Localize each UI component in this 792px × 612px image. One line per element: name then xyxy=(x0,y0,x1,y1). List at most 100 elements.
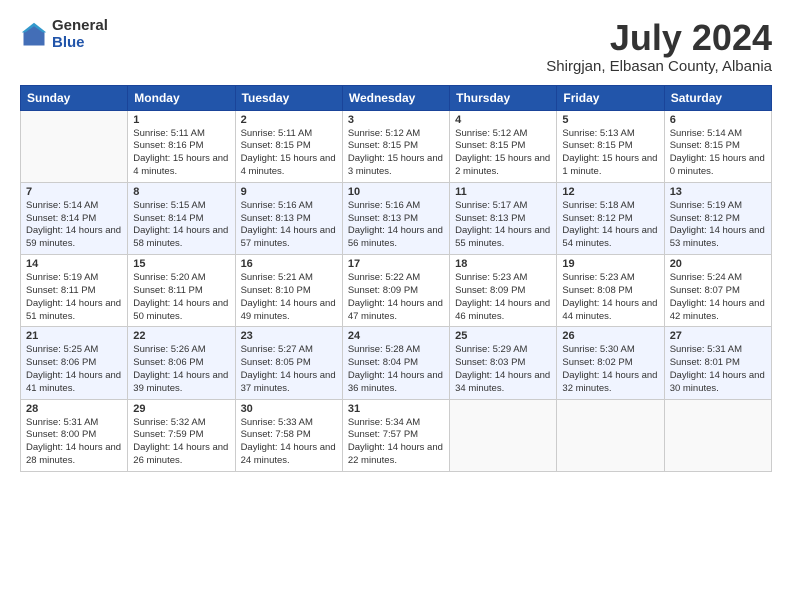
table-row: 4Sunrise: 5:12 AM Sunset: 8:15 PM Daylig… xyxy=(450,110,557,182)
day-info: Sunrise: 5:27 AM Sunset: 8:05 PM Dayligh… xyxy=(241,344,337,395)
calendar-header-row: Sunday Monday Tuesday Wednesday Thursday… xyxy=(21,85,772,110)
day-info: Sunrise: 5:13 AM Sunset: 8:15 PM Dayligh… xyxy=(562,128,658,179)
day-info: Sunrise: 5:31 AM Sunset: 8:01 PM Dayligh… xyxy=(670,344,766,395)
day-number: 9 xyxy=(241,186,337,198)
table-row: 29Sunrise: 5:32 AM Sunset: 7:59 PM Dayli… xyxy=(128,399,235,471)
calendar-table: Sunday Monday Tuesday Wednesday Thursday… xyxy=(20,85,772,472)
day-info: Sunrise: 5:19 AM Sunset: 8:12 PM Dayligh… xyxy=(670,200,766,251)
table-row: 31 Sunrise: 5:34 AM Sunset: 7:57 PM Dayli… xyxy=(342,399,449,471)
table-row: 6 Sunrise: 5:14 AM Sunset: 8:15 PM Daylig… xyxy=(664,110,771,182)
table-row: 26 Sunrise: 5:30 AM Sunset: 8:02 PM Dayli… xyxy=(557,327,664,399)
day-info: Sunrise: 5:20 AM Sunset: 8:11 PM Dayligh… xyxy=(133,272,229,323)
table-row: 30 Sunrise: 5:33 AM Sunset: 7:58 PM Dayli… xyxy=(235,399,342,471)
day-number: 19 xyxy=(562,258,658,270)
day-number: 16 xyxy=(241,258,337,270)
day-number: 2 xyxy=(241,114,337,126)
logo-blue: Blue xyxy=(52,35,108,52)
subtitle: Shirgjan, Elbasan County, Albania xyxy=(546,58,772,75)
day-number: 3 xyxy=(348,114,444,126)
day-number: 28 xyxy=(26,403,122,415)
day-info: Sunrise: 5:11 AM Sunset: 8:15 PM Dayligh… xyxy=(241,128,337,179)
table-row xyxy=(557,399,664,471)
table-row: 21 Sunrise: 5:25 AM Sunset: 8:06 PM Dayli… xyxy=(21,327,128,399)
day-info: Sunrise: 5:33 AM Sunset: 7:58 PM Dayligh… xyxy=(241,417,337,468)
day-number: 30 xyxy=(241,403,337,415)
day-info: Sunrise: 5:18 AM Sunset: 8:12 PM Dayligh… xyxy=(562,200,658,251)
day-info: Sunrise: 5:12 AM Sunset: 8:15 PM Dayligh… xyxy=(348,128,444,179)
day-number: 6 xyxy=(670,114,766,126)
table-row: 8 Sunrise: 5:15 AM Sunset: 8:14 PM Daylig… xyxy=(128,182,235,254)
table-row: 1Sunrise: 5:11 AM Sunset: 8:16 PM Daylig… xyxy=(128,110,235,182)
table-row: 16Sunrise: 5:21 AM Sunset: 8:10 PM Dayli… xyxy=(235,255,342,327)
col-sunday: Sunday xyxy=(21,85,128,110)
day-number: 23 xyxy=(241,330,337,342)
col-tuesday: Tuesday xyxy=(235,85,342,110)
day-info: Sunrise: 5:12 AM Sunset: 8:15 PM Dayligh… xyxy=(455,128,551,179)
table-row xyxy=(664,399,771,471)
day-number: 15 xyxy=(133,258,229,270)
table-row: 13 Sunrise: 5:19 AM Sunset: 8:12 PM Dayli… xyxy=(664,182,771,254)
day-number: 18 xyxy=(455,258,551,270)
day-info: Sunrise: 5:25 AM Sunset: 8:06 PM Dayligh… xyxy=(26,344,122,395)
day-number: 26 xyxy=(562,330,658,342)
day-info: Sunrise: 5:32 AM Sunset: 7:59 PM Dayligh… xyxy=(133,417,229,468)
day-number: 31 xyxy=(348,403,444,415)
table-row: 11 Sunrise: 5:17 AM Sunset: 8:13 PM Dayli… xyxy=(450,182,557,254)
logo: General Blue xyxy=(20,18,108,51)
col-thursday: Thursday xyxy=(450,85,557,110)
header: General Blue July 2024 Shirgjan, Elbasan… xyxy=(20,18,772,75)
day-info: Sunrise: 5:22 AM Sunset: 8:09 PM Dayligh… xyxy=(348,272,444,323)
table-row: 15 Sunrise: 5:20 AM Sunset: 8:11 PM Dayli… xyxy=(128,255,235,327)
day-number: 11 xyxy=(455,186,551,198)
day-info: Sunrise: 5:23 AM Sunset: 8:09 PM Dayligh… xyxy=(455,272,551,323)
day-info: Sunrise: 5:28 AM Sunset: 8:04 PM Dayligh… xyxy=(348,344,444,395)
day-info: Sunrise: 5:15 AM Sunset: 8:14 PM Dayligh… xyxy=(133,200,229,251)
table-row: 25 Sunrise: 5:29 AM Sunset: 8:03 PM Dayli… xyxy=(450,327,557,399)
table-row: 17 Sunrise: 5:22 AM Sunset: 8:09 PM Dayli… xyxy=(342,255,449,327)
table-row: 19Sunrise: 5:23 AM Sunset: 8:08 PM Dayli… xyxy=(557,255,664,327)
day-number: 21 xyxy=(26,330,122,342)
day-number: 25 xyxy=(455,330,551,342)
table-row xyxy=(21,110,128,182)
day-info: Sunrise: 5:34 AM Sunset: 7:57 PM Dayligh… xyxy=(348,417,444,468)
day-number: 20 xyxy=(670,258,766,270)
day-number: 17 xyxy=(348,258,444,270)
day-info: Sunrise: 5:31 AM Sunset: 8:00 PM Dayligh… xyxy=(26,417,122,468)
day-number: 8 xyxy=(133,186,229,198)
table-row: 7Sunrise: 5:14 AM Sunset: 8:14 PM Daylig… xyxy=(21,182,128,254)
day-number: 22 xyxy=(133,330,229,342)
table-row: 3 Sunrise: 5:12 AM Sunset: 8:15 PM Daylig… xyxy=(342,110,449,182)
table-row xyxy=(450,399,557,471)
page: General Blue July 2024 Shirgjan, Elbasan… xyxy=(0,0,792,612)
day-number: 14 xyxy=(26,258,122,270)
table-row: 22 Sunrise: 5:26 AM Sunset: 8:06 PM Dayli… xyxy=(128,327,235,399)
table-row: 24 Sunrise: 5:28 AM Sunset: 8:04 PM Dayli… xyxy=(342,327,449,399)
day-info: Sunrise: 5:16 AM Sunset: 8:13 PM Dayligh… xyxy=(241,200,337,251)
main-title: July 2024 xyxy=(546,18,772,58)
table-row: 28 Sunrise: 5:31 AM Sunset: 8:00 PM Dayli… xyxy=(21,399,128,471)
day-info: Sunrise: 5:16 AM Sunset: 8:13 PM Dayligh… xyxy=(348,200,444,251)
table-row: 9 Sunrise: 5:16 AM Sunset: 8:13 PM Daylig… xyxy=(235,182,342,254)
table-row: 12 Sunrise: 5:18 AM Sunset: 8:12 PM Dayli… xyxy=(557,182,664,254)
col-wednesday: Wednesday xyxy=(342,85,449,110)
table-row: 18 Sunrise: 5:23 AM Sunset: 8:09 PM Dayli… xyxy=(450,255,557,327)
day-info: Sunrise: 5:29 AM Sunset: 8:03 PM Dayligh… xyxy=(455,344,551,395)
col-monday: Monday xyxy=(128,85,235,110)
col-friday: Friday xyxy=(557,85,664,110)
logo-text: General Blue xyxy=(52,18,108,51)
day-info: Sunrise: 5:14 AM Sunset: 8:15 PM Dayligh… xyxy=(670,128,766,179)
day-number: 13 xyxy=(670,186,766,198)
day-info: Sunrise: 5:26 AM Sunset: 8:06 PM Dayligh… xyxy=(133,344,229,395)
day-number: 12 xyxy=(562,186,658,198)
table-row: 23 Sunrise: 5:27 AM Sunset: 8:05 PM Dayli… xyxy=(235,327,342,399)
day-number: 24 xyxy=(348,330,444,342)
title-block: July 2024 Shirgjan, Elbasan County, Alba… xyxy=(546,18,772,75)
table-row: 14 Sunrise: 5:19 AM Sunset: 8:11 PM Dayli… xyxy=(21,255,128,327)
col-saturday: Saturday xyxy=(664,85,771,110)
day-number: 27 xyxy=(670,330,766,342)
day-info: Sunrise: 5:19 AM Sunset: 8:11 PM Dayligh… xyxy=(26,272,122,323)
day-info: Sunrise: 5:24 AM Sunset: 8:07 PM Dayligh… xyxy=(670,272,766,323)
day-info: Sunrise: 5:30 AM Sunset: 8:02 PM Dayligh… xyxy=(562,344,658,395)
day-info: Sunrise: 5:17 AM Sunset: 8:13 PM Dayligh… xyxy=(455,200,551,251)
table-row: 20 Sunrise: 5:24 AM Sunset: 8:07 PM Dayli… xyxy=(664,255,771,327)
